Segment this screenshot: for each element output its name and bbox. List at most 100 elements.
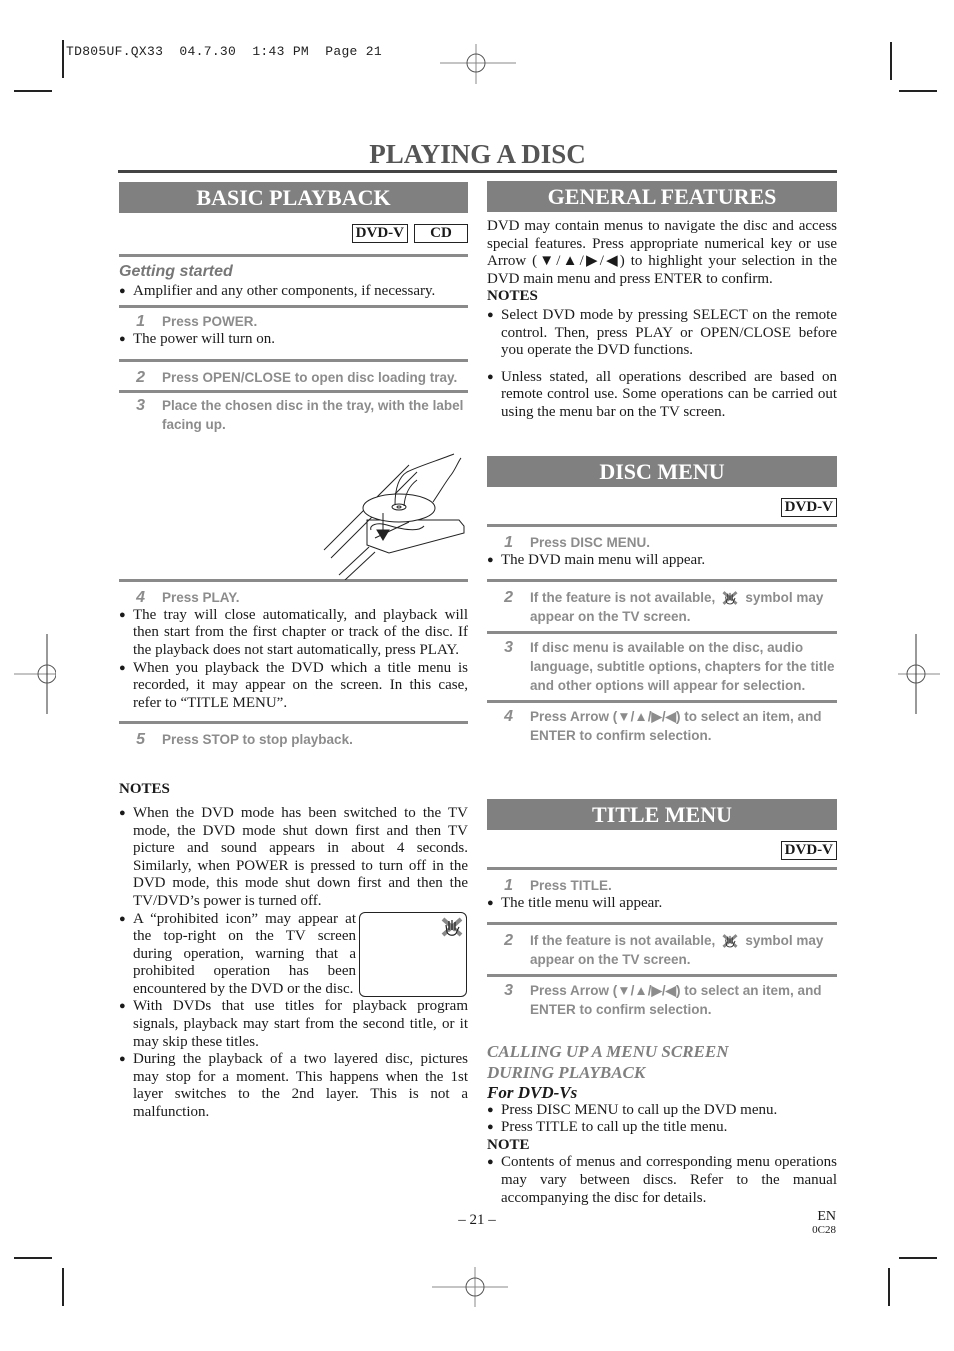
registration-mark-icon	[440, 44, 516, 84]
section-heading-basic-playback: BASIC PLAYBACK	[119, 182, 468, 213]
divider	[487, 578, 837, 582]
divider	[119, 721, 468, 725]
badge-cd: CD	[414, 224, 468, 243]
step-4: 4 Press PLAY.	[136, 588, 240, 606]
step-1: 1 Press TITLE.	[504, 877, 612, 894]
format-badges: DVD-V	[487, 841, 837, 865]
section-heading-title-menu: TITLE MENU	[487, 799, 837, 830]
step-4: 4 Press Arrow (▼/▲/▶/◀) to select an ite…	[504, 707, 822, 743]
bullet-icon: ●	[487, 370, 494, 383]
bullet-icon: ●	[487, 1103, 494, 1116]
calling-up-heading: CALLING UP A MENU SCREEN DURING PLAYBACK	[487, 1041, 729, 1082]
step-2: 2 Press OPEN/CLOSE to open disc loading …	[136, 368, 458, 386]
crop-mark	[62, 1268, 64, 1306]
list-item: ● The power will turn on.	[119, 331, 276, 348]
bullet-icon: ●	[119, 1000, 126, 1013]
divider	[487, 699, 837, 703]
note-item: ● Unless stated, all operations describe…	[487, 368, 837, 420]
prohibited-hand-icon	[441, 917, 463, 936]
step-5: 5 Press STOP to stop playback.	[136, 731, 353, 749]
divider	[119, 578, 468, 582]
registration-mark-icon	[898, 634, 940, 714]
disc-menu-section: DVD-V 1 Press DISC MENU. ● The DVD main …	[487, 490, 837, 745]
notes-heading: NOTES	[487, 288, 538, 305]
divider	[487, 973, 837, 977]
print-slug: TD805UF.QX33 04.7.30 1:43 PM Page 21	[66, 44, 382, 59]
document-code: 0C28	[812, 1224, 836, 1236]
badge-dvd-v: DVD-V	[780, 498, 837, 517]
prohibited-hand-icon	[722, 591, 738, 605]
divider	[119, 358, 468, 362]
note-item: ● Contents of menus and corresponding me…	[487, 1154, 837, 1206]
section-heading-general-features: GENERAL FEATURES	[487, 181, 837, 212]
bullet-icon: ●	[487, 897, 494, 909]
prohibited-hand-icon	[722, 934, 738, 948]
page-number: – 21 –	[458, 1212, 496, 1228]
bullet-icon: ●	[487, 1121, 494, 1134]
step-3: 3 Press Arrow (▼/▲/▶/◀) to select an ite…	[504, 981, 822, 1017]
bullet-icon: ●	[487, 308, 494, 321]
title-rule	[118, 170, 837, 173]
badge-dvd-v: DVD-V	[780, 841, 837, 860]
step-1: 1 Press POWER.	[136, 313, 258, 331]
list-item: ● The title menu will appear.	[487, 895, 663, 911]
section-heading-disc-menu: DISC MENU	[487, 456, 837, 487]
note-item: ● During the playback of a two layered d…	[119, 1051, 468, 1121]
bullet-icon: ●	[119, 806, 126, 819]
page-title: PLAYING A DISC	[369, 139, 586, 169]
crop-mark	[62, 40, 64, 78]
registration-mark-icon	[14, 634, 56, 714]
list-item: ● Press DISC MENU to call up the DVD men…	[487, 1101, 778, 1118]
bullet-icon: ●	[119, 661, 126, 674]
crop-mark	[899, 90, 937, 92]
bullet-icon: ●	[119, 1053, 126, 1066]
divider	[487, 867, 837, 870]
bullet-icon: ●	[119, 912, 126, 925]
step-2: 2 If the feature is not available, symbol…	[504, 588, 824, 624]
note-item: ● When the DVD mode has been switched to…	[119, 804, 468, 909]
divider	[487, 921, 837, 925]
divider	[487, 524, 837, 527]
bullet-icon: ●	[119, 284, 126, 297]
language-code: EN	[817, 1209, 836, 1224]
title-menu-section: DVD-V 1 Press TITLE. ● The title menu wi…	[487, 833, 837, 1207]
notes-heading: NOTES	[119, 781, 170, 798]
step-3: 3 Place the chosen disc in the tray, wit…	[136, 396, 464, 432]
list-item: ● The tray will close automatically, and…	[119, 606, 468, 658]
crop-mark	[899, 1257, 937, 1259]
divider	[487, 630, 837, 634]
note-item: ● With DVDs that use titles for playback…	[119, 998, 468, 1050]
crop-mark	[888, 1268, 890, 1306]
general-features-intro: DVD may contain menus to navigate the di…	[487, 218, 837, 287]
tv-screen-illustration	[359, 911, 467, 997]
crop-mark	[14, 90, 52, 92]
crop-mark	[890, 42, 892, 80]
divider	[119, 389, 468, 393]
step-1: 1 Press DISC MENU.	[504, 534, 651, 551]
list-item: ● When you playback the DVD which a titl…	[119, 659, 468, 711]
getting-started-heading: Getting started	[119, 263, 233, 280]
note-heading: NOTE	[487, 1136, 530, 1153]
format-badges: DVD-V	[487, 498, 837, 522]
crop-mark	[14, 1257, 52, 1259]
format-badges: DVD-V CD	[119, 224, 468, 248]
badge-dvd-v: DVD-V	[351, 224, 408, 243]
note-item: ● A “prohibited icon” may appear at the …	[119, 910, 356, 997]
step-2: 2 If the feature is not available, symbol…	[504, 931, 824, 967]
divider	[119, 254, 468, 257]
step-3: 3 If disc menu is available on the disc,…	[504, 638, 835, 693]
prohibited-note-row: ● A “prohibited icon” may appear at the …	[119, 911, 468, 999]
bullet-icon: ●	[487, 554, 494, 566]
bullet-icon: ●	[487, 1156, 494, 1169]
registration-mark-icon	[432, 1267, 508, 1307]
list-item: ● The DVD main menu will appear.	[487, 552, 706, 568]
list-item: ● Press TITLE to call up the title menu.	[487, 1119, 728, 1136]
bullet-icon: ●	[119, 333, 126, 346]
for-dvd-vs-subheading: For DVD-Vs	[487, 1082, 578, 1102]
note-item: ● Select DVD mode by pressing SELECT on …	[487, 306, 837, 359]
disc-tray-illustration	[323, 453, 465, 580]
basic-playback-section: DVD-V CD Getting started ● Amplifier and …	[119, 216, 468, 1122]
divider	[119, 305, 468, 309]
bullet-icon: ●	[119, 608, 126, 621]
list-item: ● Amplifier and any other components, if…	[119, 282, 436, 299]
